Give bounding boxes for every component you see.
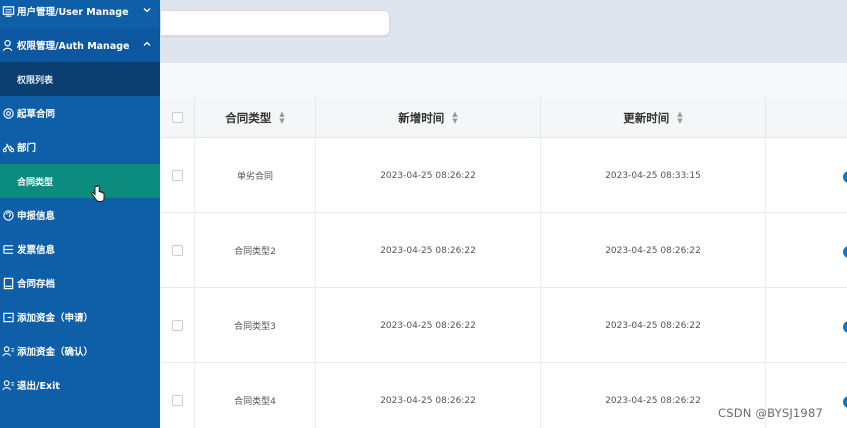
action-button[interactable] [843,321,847,333]
sidebar-item-auth-manage[interactable]: 权限管理/Auth Manage [0,28,160,62]
sidebar-item-add-funds-apply[interactable]: 添加资金（申请） [0,300,160,334]
sort-icon[interactable]: ▲ ▼ [452,110,457,125]
cell-contract-type: 合同类型4 [195,363,316,428]
department-icon [1,140,15,154]
sidebar-item-label: 添加资金（申请） [17,313,94,324]
cell-updated-time: 2023-04-25 08:26:22 [541,213,766,288]
table-header: 合同类型 ▲ ▼ 新增时间 ▲ ▼ 更新时间 ▲ ▼ [160,97,847,138]
table-row: 单劣合同 2023-04-25 08:26:22 2023-04-25 08:3… [160,138,847,213]
row-checkbox[interactable] [171,170,183,181]
column-header-contract-type[interactable]: 合同类型 ▲ ▼ [195,97,316,138]
sort-icon[interactable]: ▲ ▼ [677,110,682,125]
sidebar-item-label: 合同类型 [17,177,54,188]
action-button[interactable] [843,246,847,258]
sidebar-item-department[interactable]: 部门 [0,130,160,164]
column-header-created-time[interactable]: 新增时间 ▲ ▼ [316,97,541,138]
top-header [160,0,847,63]
sidebar-item-label: 用户管理/User Manage [17,7,129,18]
watermark: CSDN @BYSJ1987 [718,406,823,420]
sidebar-item-label: 发票信息 [17,245,56,256]
sidebar-item-user-manage[interactable]: 用户管理/User Manage [0,0,160,28]
table-row: 合同类型2 2023-04-25 08:26:22 2023-04-25 08:… [160,213,847,288]
cell-updated-time: 2023-04-25 08:33:15 [541,138,766,213]
row-checkbox[interactable] [171,245,183,256]
action-button[interactable] [843,171,847,183]
sidebar-item-exit[interactable]: 退出/Exit [0,368,160,402]
cell-created-time: 2023-04-25 08:26:22 [316,138,541,213]
contract-type-table: 合同类型 ▲ ▼ 新增时间 ▲ ▼ 更新时间 ▲ ▼ 单劣合同 2023-04-25 … [160,97,847,428]
cell-created-time: 2023-04-25 08:26:22 [316,213,541,288]
select-all-cell [160,97,195,138]
hand-cursor-icon [91,185,105,202]
sidebar-item-label: 权限列表 [17,75,54,86]
draft-contract-icon [1,106,15,120]
add-funds-apply-icon [1,310,15,324]
sidebar-item-draft-contract[interactable]: 起草合同 [0,96,160,130]
sidebar-item-label: 合同存档 [17,279,56,290]
cell-created-time: 2023-04-25 08:26:22 [316,363,541,428]
user-manage-icon [1,4,15,18]
chevron-down-icon [143,8,151,13]
cell-contract-type: 合同类型3 [195,288,316,363]
invoice-info-icon [1,242,15,256]
sidebar-subitem-contract-type[interactable]: 合同类型 [0,164,160,198]
row-checkbox[interactable] [171,395,183,406]
sidebar-item-label: 权限管理/Auth Manage [17,41,130,52]
contract-archive-icon [1,276,15,290]
select-all-checkbox[interactable] [171,112,183,123]
row-checkbox[interactable] [171,320,183,331]
cell-contract-type: 单劣合同 [195,138,316,213]
sidebar-item-label: 添加资金（确认） [17,347,94,358]
chevron-up-icon [143,41,151,46]
cell-contract-type: 合同类型2 [195,213,316,288]
cell-actions [766,138,847,213]
cell-updated-time: 2023-04-25 08:26:22 [541,288,766,363]
add-funds-confirm-icon [1,344,15,358]
cell-created-time: 2023-04-25 08:26:22 [316,288,541,363]
sidebar-item-label: 部门 [17,143,37,154]
sort-icon[interactable]: ▲ ▼ [279,110,284,125]
toolbar-band [160,63,847,97]
column-header-updated-time[interactable]: 更新时间 ▲ ▼ [541,97,766,138]
sidebar-item-label: 申报信息 [17,211,56,222]
sidebar-item-invoice-info[interactable]: 发票信息 [0,232,160,266]
cell-actions [766,288,847,363]
cell-actions [766,213,847,288]
sidebar-item-add-funds-confirm[interactable]: 添加资金（确认） [0,334,160,368]
sidebar-item-declare-info[interactable]: 申报信息 [0,198,160,232]
exit-icon [1,378,15,392]
sidebar: 用户管理/User Manage 权限管理/Auth Manage 权限列表 起… [0,0,160,428]
auth-manage-icon [1,38,15,52]
column-header-actions [766,97,847,138]
declare-info-icon [1,208,15,222]
sidebar-item-label: 退出/Exit [17,381,60,392]
action-button[interactable] [843,396,847,408]
search-input[interactable] [160,10,390,36]
sidebar-item-label: 起草合同 [17,109,56,120]
table-row: 合同类型3 2023-04-25 08:26:22 2023-04-25 08:… [160,288,847,363]
sidebar-item-contract-archive[interactable]: 合同存档 [0,266,160,300]
sidebar-subitem-auth-list[interactable]: 权限列表 [0,62,160,96]
